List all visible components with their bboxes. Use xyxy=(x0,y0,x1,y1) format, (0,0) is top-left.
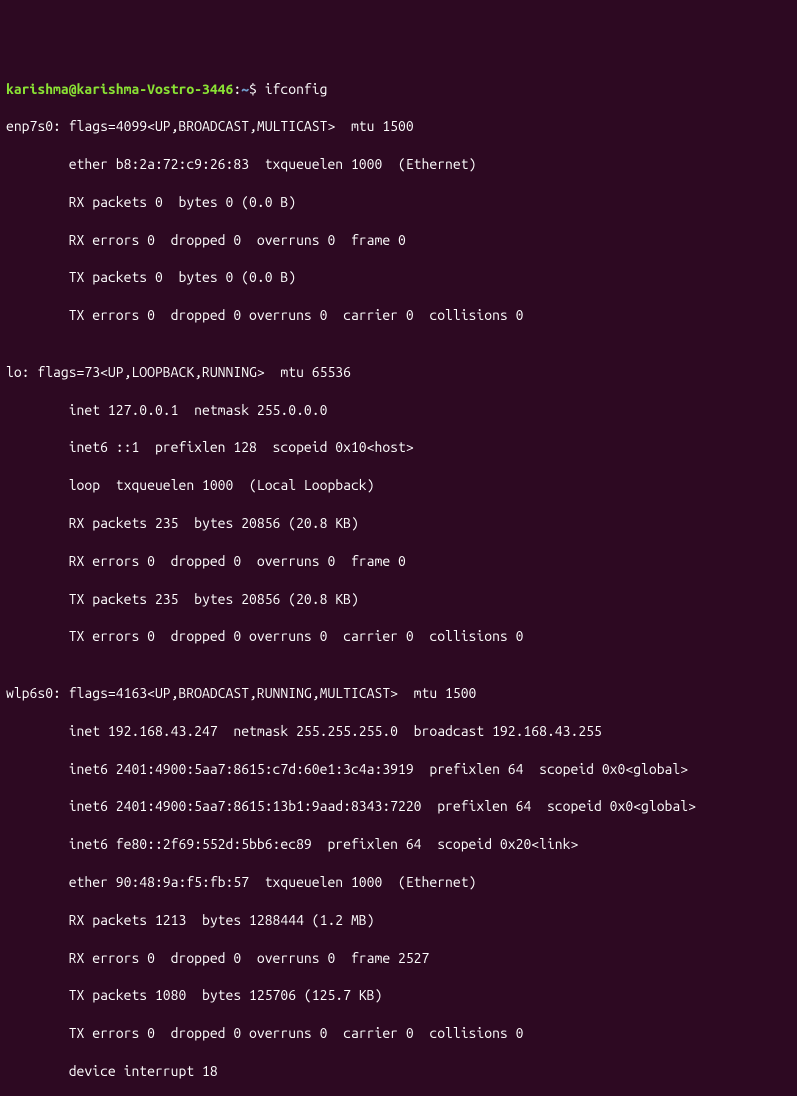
output-wlp6s0-tx-errors: TX errors 0 dropped 0 overruns 0 carrier… xyxy=(6,1024,791,1043)
output-enp7s0-rx-packets: RX packets 0 bytes 0 (0.0 B) xyxy=(6,193,791,212)
output-enp7s0-tx-packets: TX packets 0 bytes 0 (0.0 B) xyxy=(6,268,791,287)
output-lo-inet6: inet6 ::1 prefixlen 128 scopeid 0x10<hos… xyxy=(6,438,791,457)
output-wlp6s0-tx-packets: TX packets 1080 bytes 125706 (125.7 KB) xyxy=(6,986,791,1005)
output-wlp6s0-rx-errors: RX errors 0 dropped 0 overruns 0 frame 2… xyxy=(6,949,791,968)
output-wlp6s0-inet6-3: inet6 fe80::2f69:552d:5bb6:ec89 prefixle… xyxy=(6,835,791,854)
prompt-user-host: karishma@karishma-Vostro-3446 xyxy=(6,81,233,97)
output-enp7s0-header: enp7s0: flags=4099<UP,BROADCAST,MULTICAS… xyxy=(6,117,791,136)
prompt-line-1[interactable]: karishma@karishma-Vostro-3446:~$ ifconfi… xyxy=(6,80,791,99)
output-enp7s0-tx-errors: TX errors 0 dropped 0 overruns 0 carrier… xyxy=(6,306,791,325)
output-lo-rx-errors: RX errors 0 dropped 0 overruns 0 frame 0 xyxy=(6,552,791,571)
output-lo-header: lo: flags=73<UP,LOOPBACK,RUNNING> mtu 65… xyxy=(6,363,791,382)
output-wlp6s0-ether: ether 90:48:9a:f5:fb:57 txqueuelen 1000 … xyxy=(6,873,791,892)
output-wlp6s0-inet: inet 192.168.43.247 netmask 255.255.255.… xyxy=(6,722,791,741)
command-ifconfig: ifconfig xyxy=(265,81,328,97)
prompt-dollar: $ xyxy=(249,81,265,97)
output-lo-inet: inet 127.0.0.1 netmask 255.0.0.0 xyxy=(6,401,791,420)
output-wlp6s0-inet6-1: inet6 2401:4900:5aa7:8615:c7d:60e1:3c4a:… xyxy=(6,760,791,779)
output-wlp6s0-rx-packets: RX packets 1213 bytes 1288444 (1.2 MB) xyxy=(6,911,791,930)
output-enp7s0-rx-errors: RX errors 0 dropped 0 overruns 0 frame 0 xyxy=(6,231,791,250)
output-enp7s0-ether: ether b8:2a:72:c9:26:83 txqueuelen 1000 … xyxy=(6,155,791,174)
output-lo-tx-errors: TX errors 0 dropped 0 overruns 0 carrier… xyxy=(6,627,791,646)
output-lo-loop: loop txqueuelen 1000 (Local Loopback) xyxy=(6,476,791,495)
output-wlp6s0-inet6-2: inet6 2401:4900:5aa7:8615:13b1:9aad:8343… xyxy=(6,797,791,816)
output-lo-rx-packets: RX packets 235 bytes 20856 (20.8 KB) xyxy=(6,514,791,533)
output-wlp6s0-header: wlp6s0: flags=4163<UP,BROADCAST,RUNNING,… xyxy=(6,684,791,703)
prompt-path: ~ xyxy=(241,81,249,97)
output-wlp6s0-interrupt: device interrupt 18 xyxy=(6,1062,791,1081)
output-lo-tx-packets: TX packets 235 bytes 20856 (20.8 KB) xyxy=(6,590,791,609)
